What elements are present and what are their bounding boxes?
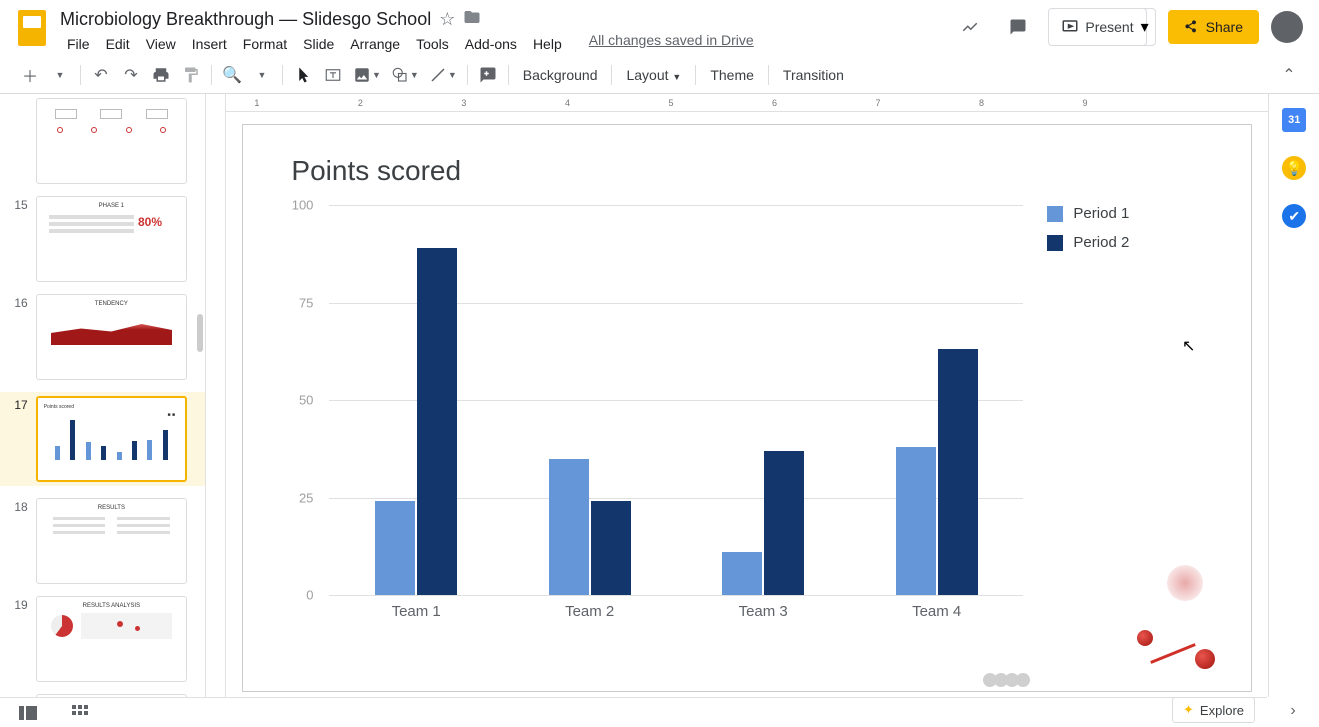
x-tick-label: Team 2: [565, 603, 614, 620]
chart-bar: [417, 248, 457, 595]
expand-side-panel-button[interactable]: ›: [1271, 699, 1315, 723]
chart-bar: [722, 552, 762, 595]
y-tick-label: 0: [306, 588, 313, 603]
layout-button[interactable]: Layout ▼: [618, 67, 689, 83]
background-button[interactable]: Background: [515, 67, 606, 83]
account-avatar[interactable]: [1271, 11, 1303, 43]
filmstrip-view-icon[interactable]: [14, 699, 42, 727]
slide-thumb[interactable]: 18 RESULTS: [12, 498, 187, 584]
slide-thumb[interactable]: [12, 98, 187, 184]
decoration-bond: [1151, 643, 1197, 664]
chart-legend: Period 1 Period 2: [1023, 205, 1203, 625]
side-panel: 31 💡 ✔: [1268, 94, 1319, 697]
zoom-dropdown[interactable]: ▼: [248, 61, 276, 89]
menu-addons[interactable]: Add-ons: [458, 32, 524, 56]
menu-arrange[interactable]: Arrange: [343, 32, 407, 56]
slide-thumb[interactable]: 15 PHASE 180%: [12, 196, 187, 282]
save-status[interactable]: All changes saved in Drive: [589, 32, 754, 56]
zoom-button[interactable]: 🔍: [218, 61, 246, 89]
x-tick-label: Team 1: [392, 603, 441, 620]
collapse-toolbar-button[interactable]: ⌃: [1275, 61, 1303, 89]
slide-thumb-selected[interactable]: 17 Points scored ■ ■: [0, 392, 205, 486]
bar-group: Team 3: [713, 451, 813, 595]
undo-button[interactable]: ↶: [87, 61, 115, 89]
share-label: Share: [1206, 19, 1243, 35]
thumbnail-panel[interactable]: 15 PHASE 180% 16 TENDENCY 17 Points scor…: [0, 94, 205, 697]
menu-file[interactable]: File: [60, 32, 97, 56]
share-button[interactable]: Share: [1168, 10, 1259, 44]
move-folder-icon[interactable]: [463, 8, 481, 31]
x-tick-label: Team 3: [739, 603, 788, 620]
toolbar: ＋ ▼ ↶ ↷ 🔍 ▼ ▼ ▼ ▼ Background Layout ▼ Th…: [0, 56, 1319, 94]
present-button[interactable]: Present: [1048, 8, 1146, 46]
theme-button[interactable]: Theme: [702, 67, 762, 83]
decoration-atom: [1195, 649, 1215, 669]
star-icon[interactable]: ☆: [439, 9, 455, 30]
chart-bar: [896, 447, 936, 595]
paint-format-button[interactable]: [177, 61, 205, 89]
menu-insert[interactable]: Insert: [185, 32, 234, 56]
image-tool[interactable]: ▼: [349, 61, 385, 89]
menu-tools[interactable]: Tools: [409, 32, 456, 56]
shape-tool[interactable]: ▼: [387, 61, 423, 89]
new-slide-dropdown[interactable]: ▼: [46, 61, 74, 89]
slide-thumb[interactable]: 16 TENDENCY: [12, 294, 187, 380]
vertical-ruler: [205, 94, 226, 697]
legend-swatch-icon: [1047, 235, 1063, 251]
menu-help[interactable]: Help: [526, 32, 569, 56]
y-tick-label: 75: [299, 295, 313, 310]
bar-group: Team 4: [887, 349, 987, 595]
y-tick-label: 25: [299, 490, 313, 505]
calendar-icon[interactable]: 31: [1282, 108, 1306, 132]
x-tick-label: Team 4: [912, 603, 961, 620]
menu-slide[interactable]: Slide: [296, 32, 341, 56]
explore-button[interactable]: ✦ Explore: [1172, 697, 1255, 723]
slide-canvas[interactable]: Points scored 0 25 50 75 100 Team 1 Team 2 Tea…: [242, 124, 1252, 692]
comments-icon[interactable]: [1000, 9, 1036, 45]
legend-item: Period 1: [1047, 205, 1203, 222]
select-tool[interactable]: [289, 61, 317, 89]
new-slide-button[interactable]: ＋: [16, 61, 44, 89]
chart-bar: [938, 349, 978, 595]
menu-bar: File Edit View Insert Format Slide Arran…: [60, 32, 952, 56]
keep-icon[interactable]: 💡: [1282, 156, 1306, 180]
print-button[interactable]: [147, 61, 175, 89]
redo-button[interactable]: ↷: [117, 61, 145, 89]
chart-bar: [764, 451, 804, 595]
bar-group: Team 2: [540, 459, 640, 596]
legend-swatch-icon: [1047, 206, 1063, 222]
textbox-tool[interactable]: [319, 61, 347, 89]
present-dropdown[interactable]: ▾: [1135, 8, 1156, 46]
scrollbar-thumb[interactable]: [197, 314, 203, 352]
app-logo[interactable]: [12, 8, 52, 48]
chart-bar: [591, 501, 631, 595]
chart-bar: [549, 459, 589, 596]
menu-format[interactable]: Format: [236, 32, 294, 56]
horizontal-ruler: 1 2 3 4 5 6 7 8 9: [226, 94, 1268, 112]
y-tick-label: 100: [292, 198, 314, 213]
decoration-atom: [1137, 630, 1153, 646]
comment-add-button[interactable]: [474, 61, 502, 89]
bar-group: Team 1: [366, 248, 466, 595]
menu-edit[interactable]: Edit: [99, 32, 137, 56]
slide-thumb[interactable]: 19 RESULTS ANALYSIS: [12, 596, 187, 682]
transition-button[interactable]: Transition: [775, 67, 852, 83]
menu-view[interactable]: View: [139, 32, 183, 56]
chart-title: Points scored: [291, 155, 1203, 187]
grid-view-icon[interactable]: [66, 699, 94, 727]
gridline: [329, 595, 1023, 596]
line-tool[interactable]: ▼: [425, 61, 461, 89]
tasks-icon[interactable]: ✔: [1282, 204, 1306, 228]
y-tick-label: 50: [299, 393, 313, 408]
activity-dashboard-icon[interactable]: [952, 9, 988, 45]
present-label: Present: [1085, 19, 1133, 35]
decoration-molecule: [983, 671, 1053, 691]
footer: ✦ Explore: [0, 697, 1267, 727]
document-title[interactable]: Microbiology Breakthrough — Slidesgo Sch…: [60, 9, 431, 30]
chart-bar: [375, 501, 415, 595]
chart-plot: 0255075100 Team 1Team 2Team 3Team 4: [291, 205, 1023, 625]
legend-item: Period 2: [1047, 234, 1203, 251]
